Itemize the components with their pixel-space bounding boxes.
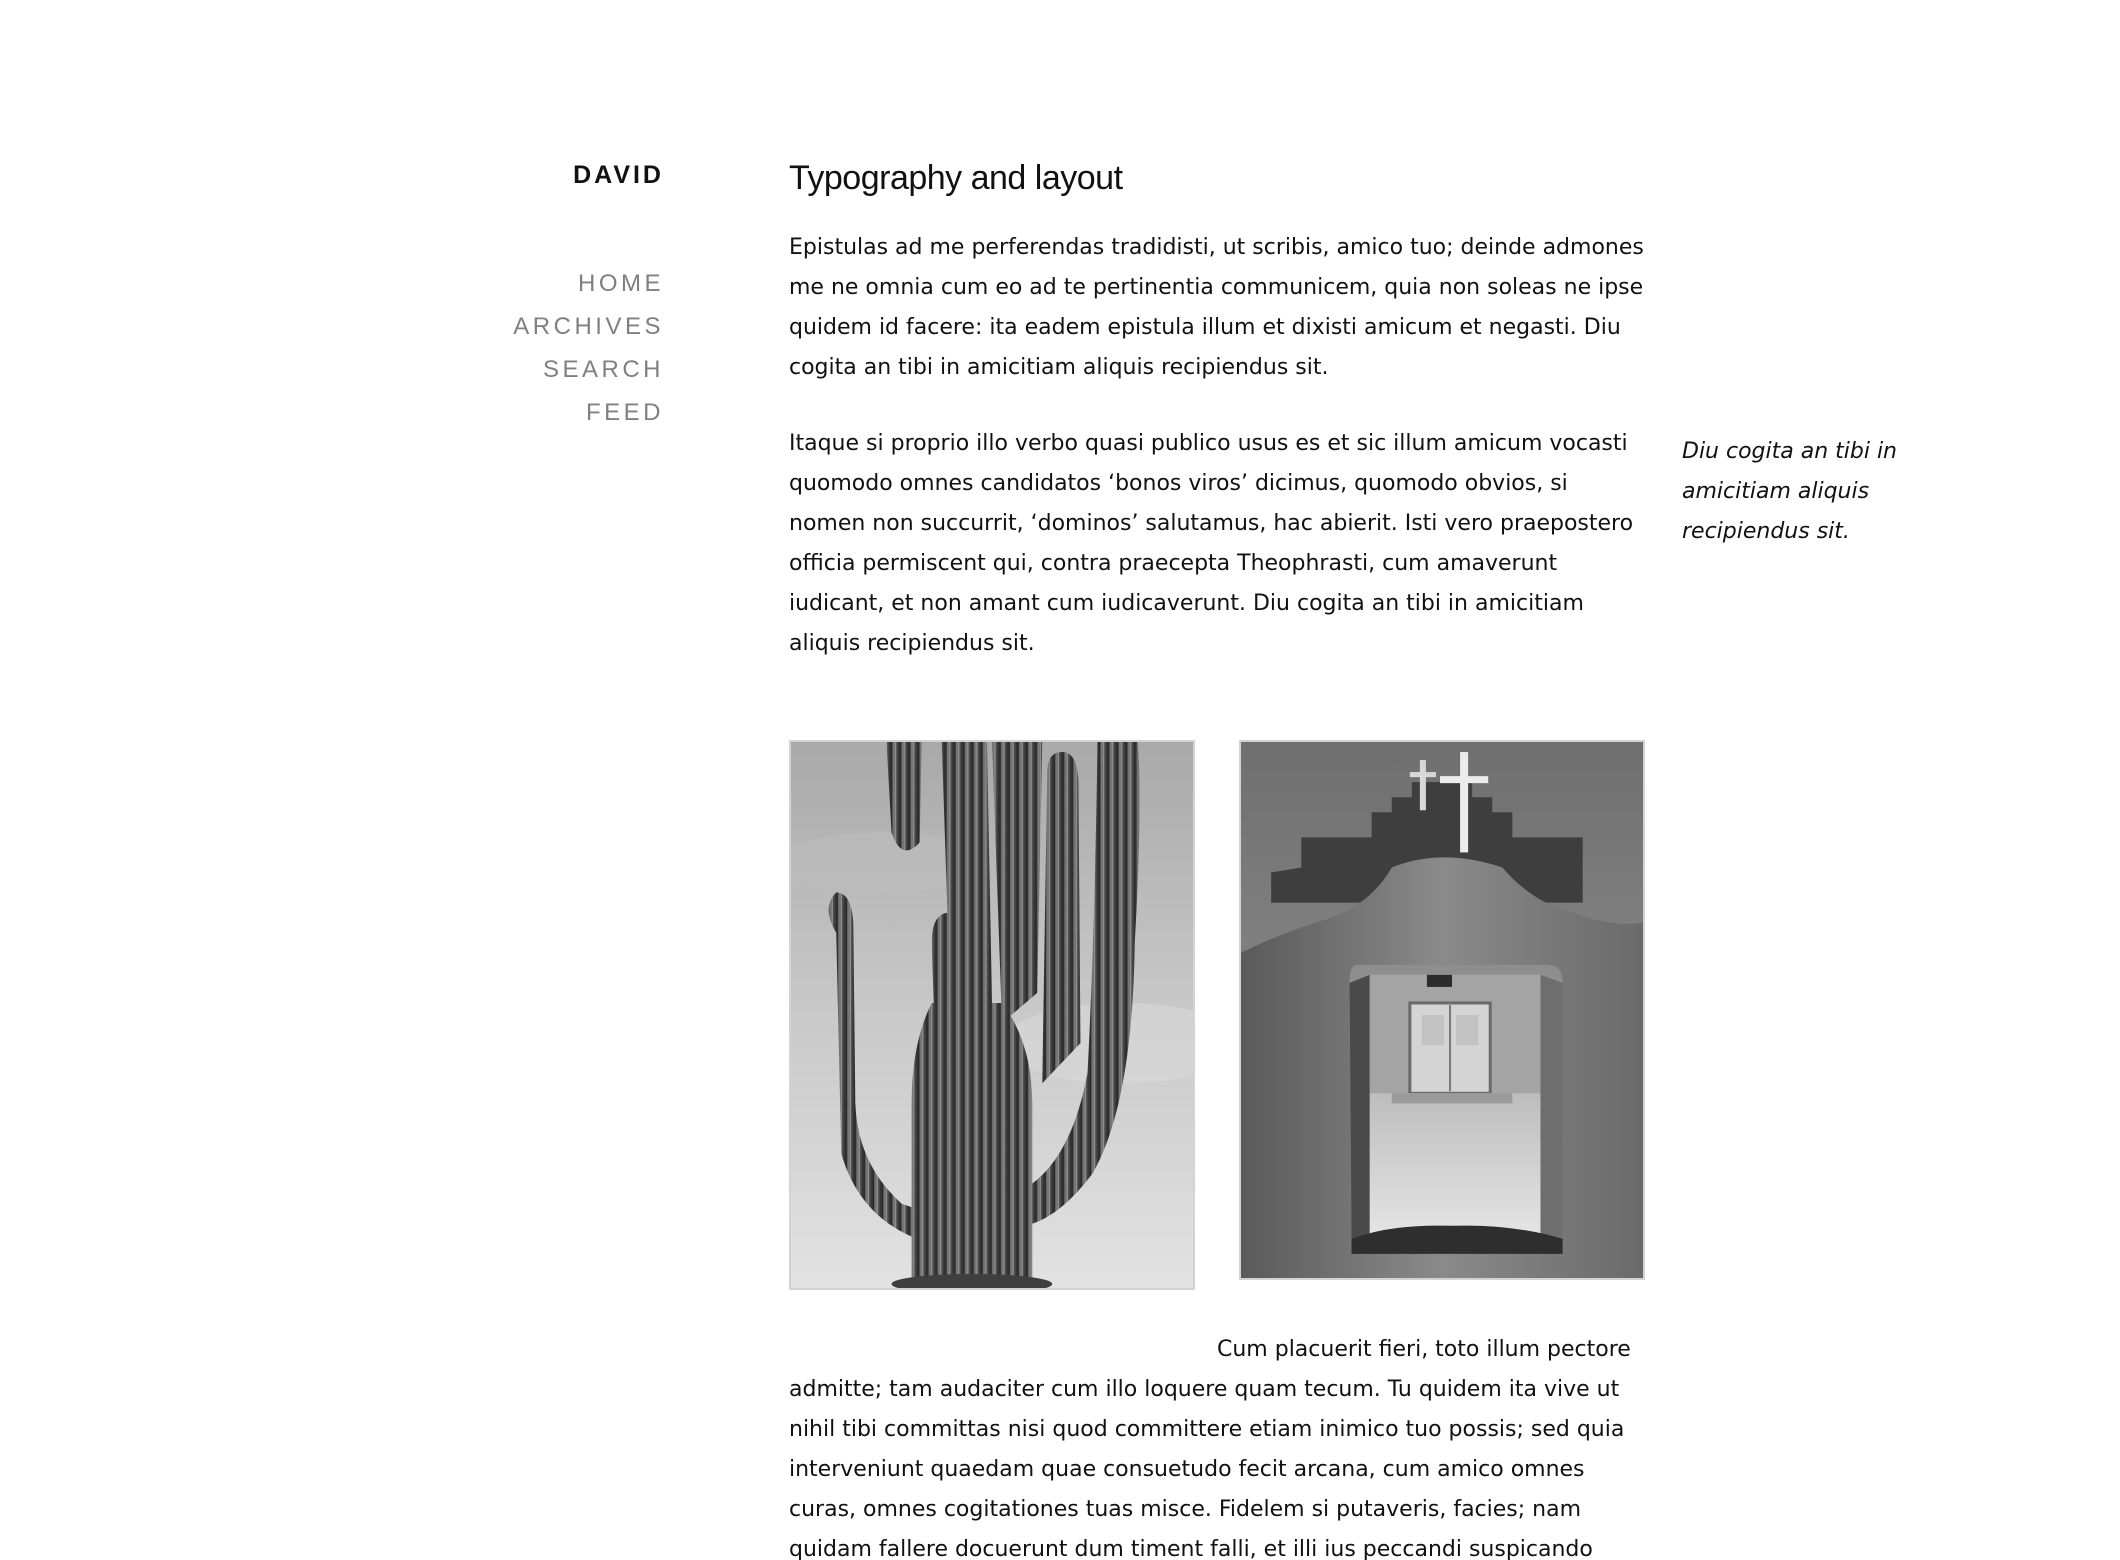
sidebar: DAVID HOME ARCHIVES SEARCH FEED xyxy=(400,150,664,434)
sidenote: Diu cogita an tibi in amicitiam aliquis … xyxy=(1682,439,1898,544)
nav-item-search[interactable]: SEARCH xyxy=(400,348,664,391)
article-paragraph: Cum placuerit fieri, toto illum pectore … xyxy=(789,1337,1631,1560)
nav-item-feed[interactable]: FEED xyxy=(400,391,664,434)
article-paragraph: Epistulas ad me perferendas tradidisti, … xyxy=(789,235,1644,380)
cactus-photo-image xyxy=(791,742,1193,1288)
figure-row xyxy=(789,740,1649,1296)
main-nav: HOME ARCHIVES SEARCH FEED xyxy=(400,262,664,434)
cactus-photo[interactable] xyxy=(789,740,1195,1290)
nav-item-home[interactable]: HOME xyxy=(400,262,664,305)
article-paragraph: Itaque si proprio illo verbo quasi publi… xyxy=(789,431,1634,656)
nav-item-archives[interactable]: ARCHIVES xyxy=(400,305,664,348)
mission-gate-photo[interactable] xyxy=(1239,740,1645,1280)
article: Typography and layout Epistulas ad me pe… xyxy=(789,152,1649,664)
page-title: Typography and layout xyxy=(789,159,1123,197)
mission-gate-photo-image xyxy=(1241,742,1643,1278)
site-name[interactable]: DAVID xyxy=(400,150,664,200)
